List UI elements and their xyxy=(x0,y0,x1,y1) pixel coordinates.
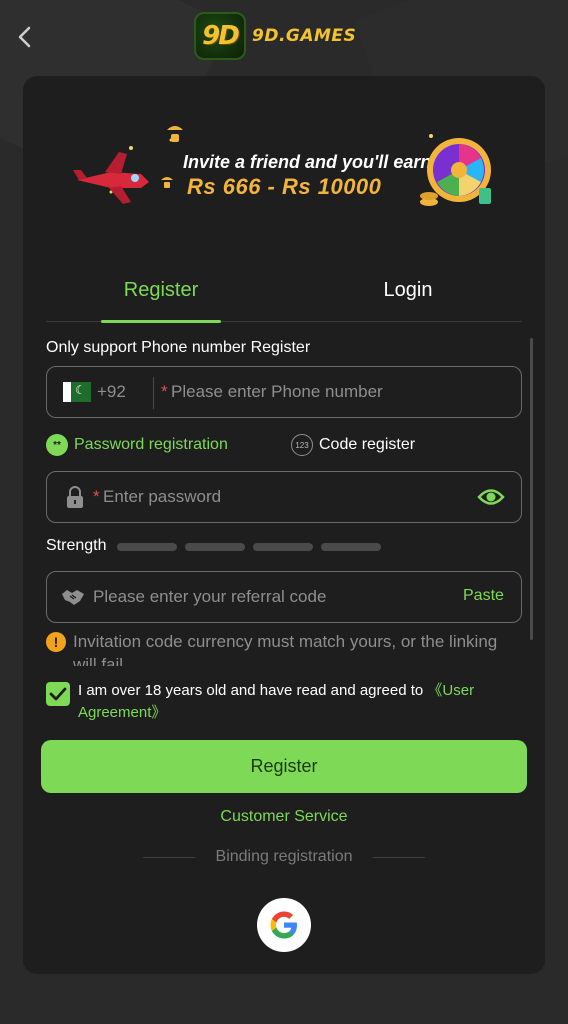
section-title: Only support Phone number Register xyxy=(46,339,311,356)
warning-icon: ! xyxy=(46,632,66,652)
strength-meter xyxy=(117,543,381,551)
tab-login[interactable]: Login xyxy=(348,276,468,322)
google-login-button[interactable] xyxy=(257,898,311,952)
referral-input[interactable] xyxy=(93,572,453,622)
code-register-label: Code register xyxy=(319,436,416,453)
referral-field[interactable]: Paste xyxy=(46,571,522,623)
paste-button[interactable]: Paste xyxy=(463,587,504,605)
banner-amount: Rs 666 - Rs 10000 xyxy=(187,174,382,199)
password-registration-option[interactable]: ** Password registration xyxy=(46,432,228,458)
prize-wheel-icon xyxy=(420,138,491,206)
password-field[interactable]: * xyxy=(46,471,522,523)
logo-text: 9D.GAMES xyxy=(252,26,357,46)
strength-bar xyxy=(185,543,245,551)
invite-banner[interactable]: Invite a friend and you'll earn Rs 666 -… xyxy=(71,122,501,222)
app-logo: 9D 9D.GAMES xyxy=(194,12,356,60)
warning-text: Invitation code currency must match your… xyxy=(73,632,498,666)
number-123-icon: 123 xyxy=(291,434,313,456)
tab-register[interactable]: Register xyxy=(101,276,221,323)
pakistan-flag-icon: ☾ xyxy=(63,382,91,402)
strength-bar xyxy=(321,543,381,551)
checkmark-icon xyxy=(49,687,67,701)
scrollbar[interactable] xyxy=(530,338,533,640)
strength-label: Strength xyxy=(46,537,107,554)
google-icon xyxy=(270,911,297,939)
back-button[interactable] xyxy=(10,22,40,52)
agreement-text: I am over 18 years old and have read and… xyxy=(78,680,518,724)
password-input[interactable] xyxy=(103,472,463,522)
phone-field[interactable]: ☾ +92 * xyxy=(46,366,522,418)
top-bar: 9D 9D.GAMES xyxy=(0,0,568,74)
strength-bar xyxy=(253,543,313,551)
register-button[interactable]: Register xyxy=(41,740,527,793)
divider xyxy=(373,857,425,858)
customer-service-link[interactable]: Customer Service xyxy=(23,808,545,826)
agreement-checkbox[interactable] xyxy=(46,682,70,706)
agreement-label: I am over 18 years old and have read and… xyxy=(78,682,428,699)
divider xyxy=(153,377,154,409)
banner-headline: Invite a friend and you'll earn xyxy=(183,152,432,172)
password-dots-icon: ** xyxy=(46,434,68,456)
code-register-option[interactable]: 123 Code register xyxy=(291,432,415,458)
strength-bar xyxy=(117,543,177,551)
required-mark: * xyxy=(93,487,100,506)
chevron-left-icon xyxy=(18,26,31,48)
auth-tabs: Register Login xyxy=(46,276,522,323)
phone-input[interactable] xyxy=(171,367,511,417)
lock-icon xyxy=(67,486,83,508)
eye-icon[interactable] xyxy=(477,486,505,508)
country-code[interactable]: +92 xyxy=(97,382,126,402)
logo-badge: 9D xyxy=(194,12,246,60)
required-mark: * xyxy=(161,382,168,401)
register-card: Invite a friend and you'll earn Rs 666 -… xyxy=(23,76,545,974)
binding-divider: Binding registration xyxy=(143,848,425,868)
password-registration-label: Password registration xyxy=(74,436,228,453)
handshake-icon xyxy=(62,590,84,605)
currency-warning: ! Invitation code currency must match yo… xyxy=(46,630,506,666)
